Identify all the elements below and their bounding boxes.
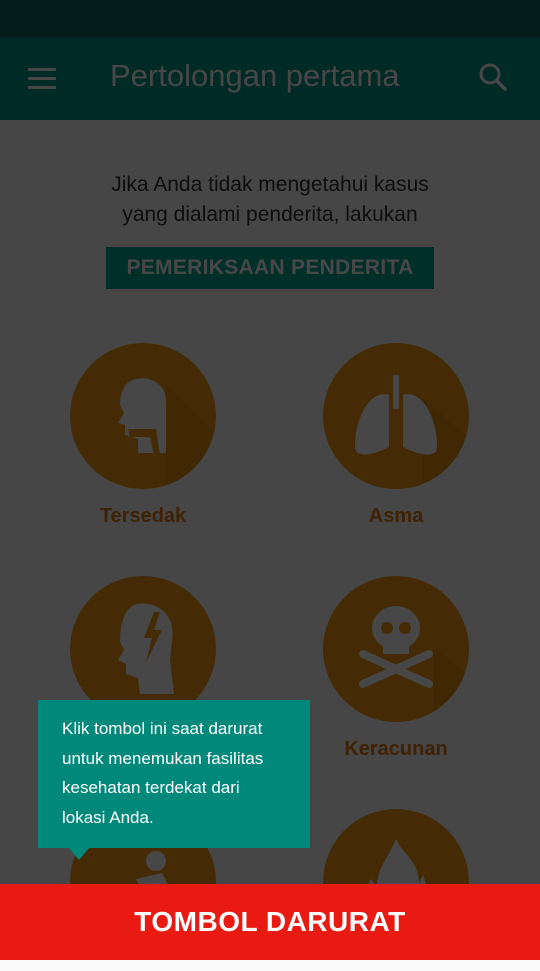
tooltip-line: untuk menemukan fasilitas bbox=[62, 748, 264, 768]
intro-text: Jika Anda tidak mengetahui kasus yang di… bbox=[40, 170, 500, 230]
case-item-poisoning[interactable]: Keracunan bbox=[296, 576, 496, 761]
case-label: Keracunan bbox=[344, 738, 448, 760]
emergency-button[interactable]: TOMBOL DARURAT bbox=[0, 884, 540, 960]
tooltip-line: Klik tombol ini saat darurat bbox=[62, 719, 263, 738]
tooltip-pointer bbox=[68, 847, 90, 860]
page-title: Pertolongan pertama bbox=[110, 58, 400, 93]
tooltip-line: kesehatan terdekat dari bbox=[62, 778, 240, 797]
intro-line-1: Jika Anda tidak mengetahui kasus bbox=[111, 173, 429, 196]
lungs-icon bbox=[323, 343, 469, 489]
case-label: Tersedak bbox=[99, 505, 187, 527]
intro-line-2: yang dialami penderita, lakukan bbox=[122, 203, 418, 226]
patient-examination-button[interactable]: PEMERIKSAAN PENDERITA bbox=[106, 247, 434, 289]
status-bar bbox=[0, 0, 540, 38]
choking-throat-icon bbox=[70, 343, 216, 489]
emergency-tooltip[interactable]: Klik tombol ini saat darurat untuk menem… bbox=[38, 700, 310, 848]
case-label: Asma bbox=[368, 505, 424, 527]
search-icon[interactable] bbox=[478, 62, 508, 92]
case-item-choking[interactable]: Tersedak bbox=[43, 343, 243, 528]
skull-crossbones-icon bbox=[323, 576, 469, 722]
tooltip-line: lokasi Anda. bbox=[62, 807, 154, 827]
hamburger-menu-icon[interactable] bbox=[28, 68, 56, 90]
case-item-asthma[interactable]: Asma bbox=[296, 343, 496, 528]
